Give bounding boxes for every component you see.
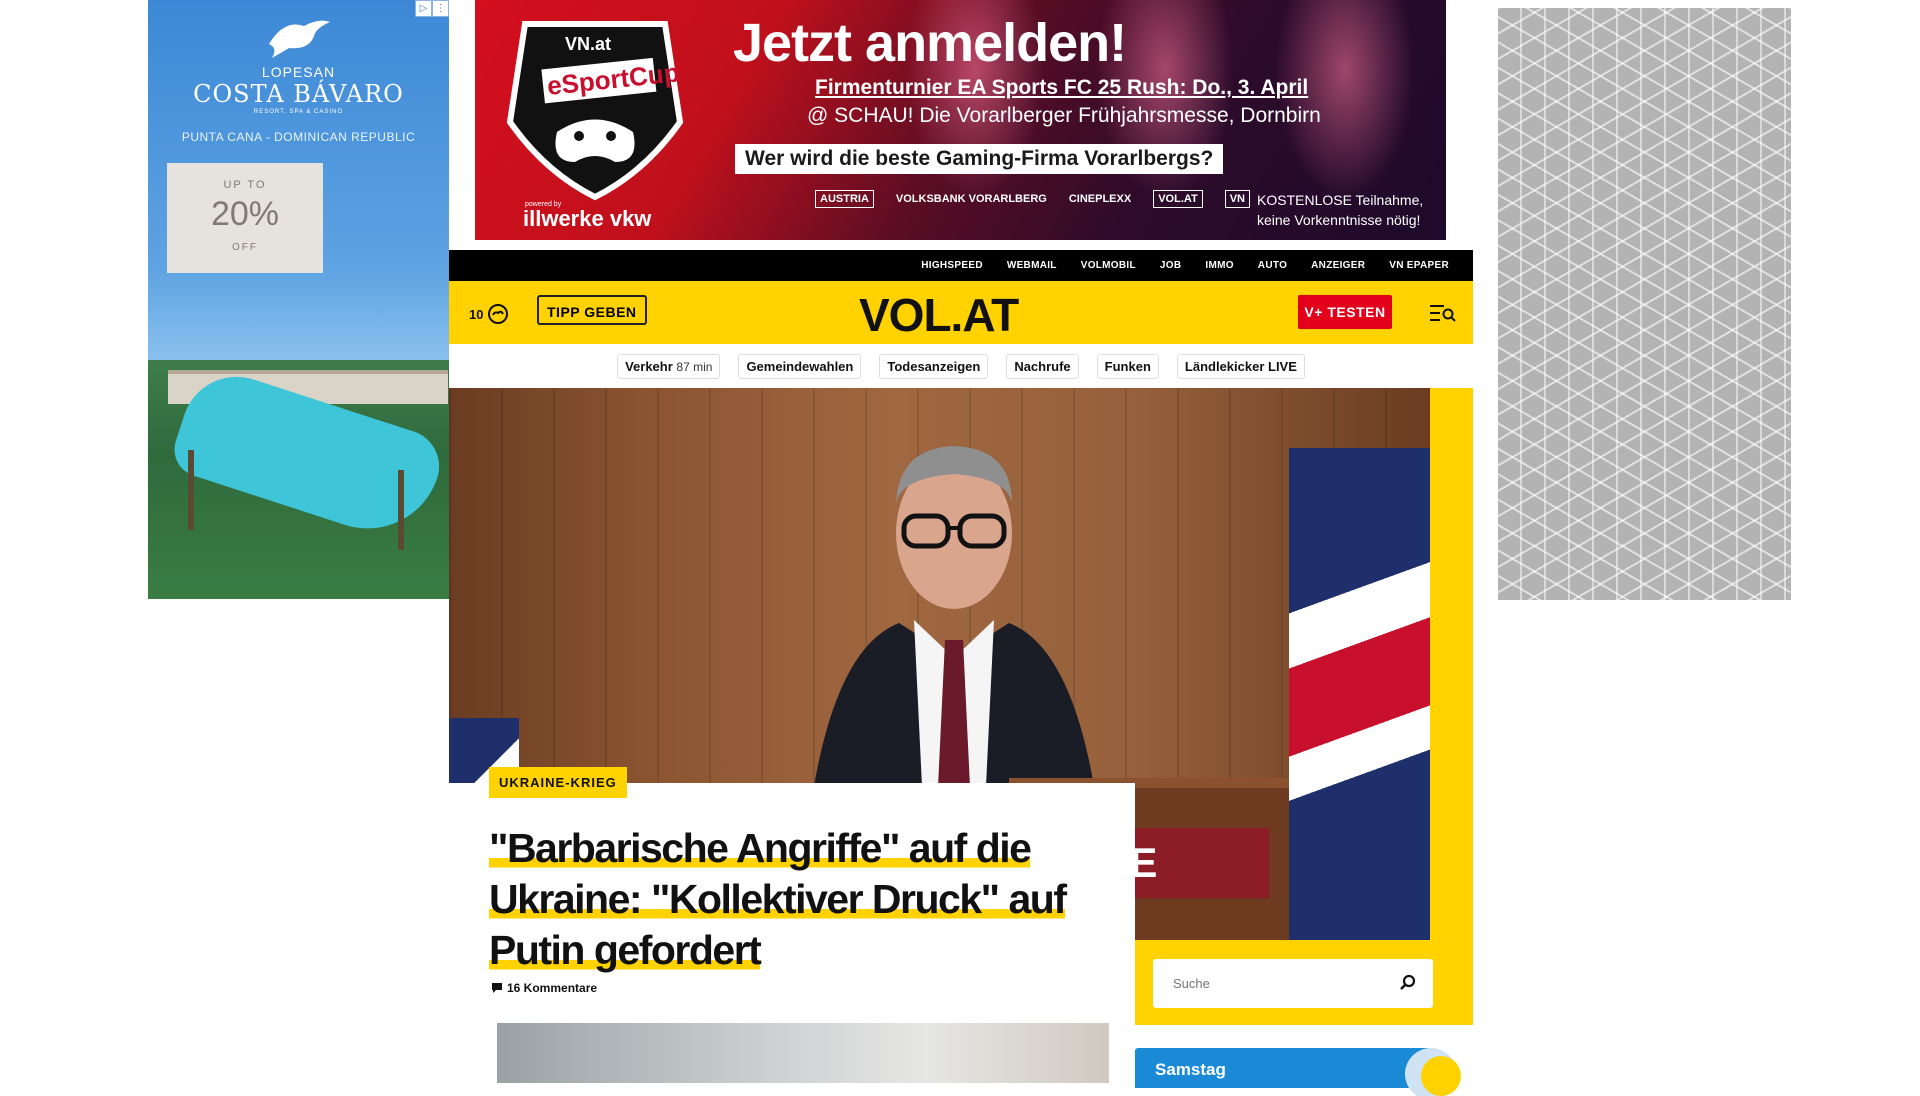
partner-logo: VN [1224, 190, 1250, 208]
headline-text: "Barbarische Angriffe" auf die Ukraine: … [489, 825, 1067, 973]
offer-top: UP TO [223, 179, 267, 191]
ad-right-pattern [1498, 8, 1791, 600]
comment-icon [492, 983, 502, 993]
temperature-value: 10 [469, 306, 484, 322]
banner-partner-logos: AUSTRIA VOLKSBANK VORARLBERG CINEPLEXX V… [815, 190, 1250, 208]
search-icon[interactable] [1399, 974, 1417, 992]
comments-link[interactable]: 16 Kommentare [491, 981, 597, 995]
partner-logo: AUSTRIA [815, 190, 874, 208]
resort-image [148, 360, 449, 599]
quicklinks-bar: Verkehr 87 min Gemeindewahlen Todesanzei… [449, 344, 1473, 388]
menu-search-icon[interactable] [1430, 303, 1456, 323]
nav-link-webmail[interactable]: WEBMAIL [1007, 260, 1057, 271]
article-headline[interactable]: "Barbarische Angriffe" auf die Ukraine: … [489, 823, 1109, 976]
banner-free-line2: keine Vorkenntnisse nötig! [1257, 212, 1421, 228]
esport-cup-banner[interactable]: VN.at eSportCup powered by illwerke vkw … [475, 0, 1446, 240]
ad-choices[interactable]: ▷ ⋮ [415, 0, 449, 17]
comments-count: 16 Kommentare [507, 981, 598, 995]
nav-link-anzeiger[interactable]: ANZEIGER [1311, 260, 1365, 271]
site-header: 10 TIPP GEBEN VOL.AT V+ TESTEN [449, 281, 1473, 344]
palm-tree [188, 450, 194, 530]
quicklink-gemeindewahlen[interactable]: Gemeindewahlen [738, 353, 862, 379]
banner-free-text: KOSTENLOSE Teilnahme, keine Vorkenntniss… [1257, 190, 1423, 230]
banner-title: Jetzt anmelden! [733, 13, 1127, 73]
quicklink-nachrufe[interactable]: Nachrufe [1006, 353, 1079, 379]
main-column: VN.at eSportCup powered by illwerke vkw … [449, 0, 1473, 1096]
secondary-article-image[interactable] [497, 1023, 1109, 1083]
ad-offer-box[interactable]: UP TO 20% OFF [167, 163, 323, 273]
ad-location: PUNTA CANA - DOMINICAN REPUBLIC [181, 130, 416, 144]
hero-yellow-frame [1430, 388, 1473, 1025]
quicklink-traffic[interactable]: Verkehr 87 min [617, 353, 721, 379]
nav-link-highspeed[interactable]: HIGHSPEED [921, 260, 983, 271]
banner-free-line1: KOSTENLOSE Teilnahme, [1257, 192, 1424, 208]
banner-sponsors: illwerke vkw [523, 206, 652, 231]
traffic-label: Verkehr [625, 358, 673, 374]
ad-brand-name: COSTA BÁVARO [193, 80, 404, 108]
traffic-delay: 87 min [676, 359, 713, 374]
quicklink-funken[interactable]: Funken [1096, 353, 1159, 379]
offer-value: 20% [210, 195, 280, 233]
ad-choices-play-icon[interactable]: ▷ [415, 0, 432, 17]
weather-forecast-card[interactable]: Samstag [1135, 1048, 1461, 1096]
service-nav: HIGHSPEED WEBMAIL VOLMOBIL JOB IMMO AUTO… [449, 250, 1473, 281]
sun-cloud-icon [1421, 1056, 1461, 1096]
ad-left[interactable]: ▷ ⋮ LOPESAN COSTA BÁVARO RESORT, SPA & C… [148, 0, 449, 599]
nav-link-job[interactable]: JOB [1160, 260, 1181, 271]
search-box [1153, 959, 1433, 1008]
palm-tree [398, 470, 404, 550]
quicklink-laendlekicker-live[interactable]: Ländlekicker LIVE [1176, 353, 1305, 379]
offer-bottom: OFF [232, 242, 258, 253]
category-tag[interactable]: UKRAINE-KRIEG [489, 767, 627, 798]
tipp-geben-button[interactable]: TIPP GEBEN [537, 295, 647, 325]
banner-event-line: Firmenturnier EA Sports FC 25 Rush: Do.,… [815, 76, 1309, 99]
bird-logo-icon [269, 20, 330, 59]
stage-light [1275, 0, 1415, 200]
lead-article[interactable]: UKRAINE-KRIEG "Barbarische Angriffe" auf… [449, 767, 1135, 1083]
banner-location-line: @ SCHAU! Die Vorarlberger Frühjahrsmesse… [807, 104, 1321, 127]
vplus-test-button[interactable]: V+ TESTEN [1298, 295, 1392, 329]
search-input[interactable] [1171, 975, 1395, 992]
weather-day: Samstag [1155, 1060, 1226, 1079]
ad-choices-menu-icon[interactable]: ⋮ [432, 0, 449, 17]
weather-cloud-icon [488, 304, 509, 324]
nav-link-volmobil[interactable]: VOLMOBIL [1081, 260, 1136, 271]
union-flag-right [1289, 448, 1430, 940]
banner-question: Wer wird die beste Gaming-Firma Vorarlbe… [735, 144, 1224, 174]
nav-link-immo[interactable]: IMMO [1205, 260, 1233, 271]
esport-shield-icon: VN.at eSportCup [506, 21, 684, 201]
partner-logo: CINEPLEXX [1068, 193, 1132, 205]
shield-top-text: VN.at [565, 34, 611, 54]
ad-brand-sub: RESORT, SPA & CASINO [253, 109, 344, 115]
quicklink-todesanzeigen[interactable]: Todesanzeigen [879, 353, 989, 379]
site-logo[interactable]: VOL.AT [859, 288, 1019, 342]
nav-link-vn-epaper[interactable]: VN EPAPER [1389, 260, 1449, 271]
nav-link-auto[interactable]: AUTO [1258, 260, 1287, 271]
partner-logo: VOL.AT [1153, 190, 1203, 208]
ad-brand-small: LOPESAN [261, 64, 336, 80]
weather-widget[interactable]: 10 [469, 303, 509, 325]
partner-logo: VOLKSBANK VORARLBERG [895, 193, 1047, 205]
